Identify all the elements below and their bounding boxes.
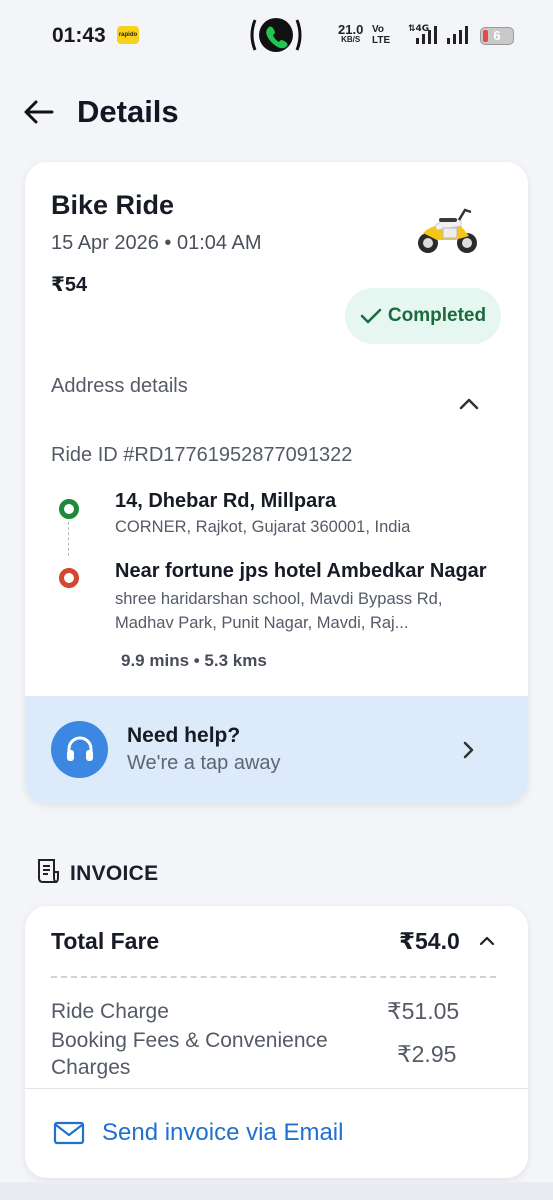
help-subtitle: We're a tap away bbox=[127, 752, 281, 774]
status-badge: Completed bbox=[345, 288, 501, 344]
network-speed: 21.0 KB/S bbox=[338, 23, 363, 45]
dashed-divider bbox=[51, 976, 496, 978]
ride-date: 15 Apr 2026 • 01:04 AM bbox=[51, 232, 262, 254]
back-arrow-icon[interactable] bbox=[22, 96, 56, 128]
address-details-title: Address details bbox=[51, 375, 188, 397]
chevron-up-icon[interactable] bbox=[477, 930, 497, 952]
total-fare-value: ₹54.0 bbox=[399, 928, 460, 954]
pickup-address-subtitle: CORNER, Rajkot, Gujarat 360001, India bbox=[115, 518, 411, 536]
mail-icon bbox=[53, 1121, 85, 1145]
svg-text:⇅4G: ⇅4G bbox=[408, 24, 429, 34]
volte-top: Vo bbox=[372, 24, 385, 35]
volte-bottom: LTE bbox=[372, 35, 391, 46]
headset-icon bbox=[51, 721, 108, 778]
booking-fees-label: Booking Fees & Convenience Charges bbox=[51, 1029, 328, 1079]
invoice-section-title: INVOICE bbox=[70, 862, 159, 885]
chevron-right-icon bbox=[463, 741, 474, 759]
ride-charge-label: Ride Charge bbox=[51, 1000, 169, 1023]
bottom-strip bbox=[0, 1182, 553, 1200]
invoice-card: Total Fare ₹54.0 Ride Charge ₹51.05 Book… bbox=[25, 906, 528, 1178]
network-speed-unit: KB/S bbox=[341, 35, 361, 44]
ride-price: ₹54 bbox=[51, 274, 88, 296]
page-title: Details bbox=[77, 94, 179, 129]
help-title: Need help? bbox=[127, 724, 241, 747]
send-invoice-email-label: Send invoice via Email bbox=[102, 1119, 344, 1146]
drop-marker-icon bbox=[59, 568, 79, 588]
chevron-up-icon[interactable] bbox=[455, 390, 483, 418]
call-icon bbox=[250, 18, 302, 52]
signal-icon bbox=[447, 26, 468, 44]
rapido-app-icon: rapido bbox=[117, 26, 139, 44]
ride-id: Ride ID #RD17761952877091322 bbox=[51, 444, 353, 466]
ride-charge-value: ₹51.05 bbox=[387, 998, 460, 1024]
pickup-marker-icon bbox=[59, 499, 79, 519]
ride-type: Bike Ride bbox=[51, 190, 175, 220]
volte-indicator: Vo LTE bbox=[372, 24, 390, 46]
drop-address-subtitle: shree haridarshan school, Mavdi Bypass R… bbox=[115, 590, 443, 632]
total-fare-label: Total Fare bbox=[51, 928, 160, 954]
bike-icon bbox=[418, 208, 477, 253]
route-connector bbox=[68, 522, 69, 556]
receipt-icon bbox=[38, 859, 59, 883]
trip-stats: 9.9 mins • 5.3 kms bbox=[121, 651, 267, 670]
booking-fees-value: ₹2.95 bbox=[397, 1041, 457, 1067]
ride-details-card: Bike Ride 15 Apr 2026 • 01:04 AM ₹54 Com… bbox=[25, 162, 528, 804]
battery-icon: 6 bbox=[480, 27, 514, 45]
drop-address-title: Near fortune jps hotel Ambedkar Nagar bbox=[115, 560, 487, 582]
status-label: Completed bbox=[387, 305, 487, 326]
need-help-button[interactable]: Need help? We're a tap away bbox=[25, 696, 528, 804]
status-bar: 01:43 rapido 21.0 KB/S Vo LTE ⇅4G 6 bbox=[0, 0, 553, 72]
status-time: 01:43 bbox=[52, 24, 106, 47]
pickup-address-title: 14, Dhebar Rd, Millpara bbox=[115, 490, 337, 512]
4g-signal-icon: ⇅4G bbox=[408, 24, 437, 44]
check-icon bbox=[360, 308, 382, 324]
send-invoice-email-button[interactable]: Send invoice via Email bbox=[25, 1089, 528, 1178]
